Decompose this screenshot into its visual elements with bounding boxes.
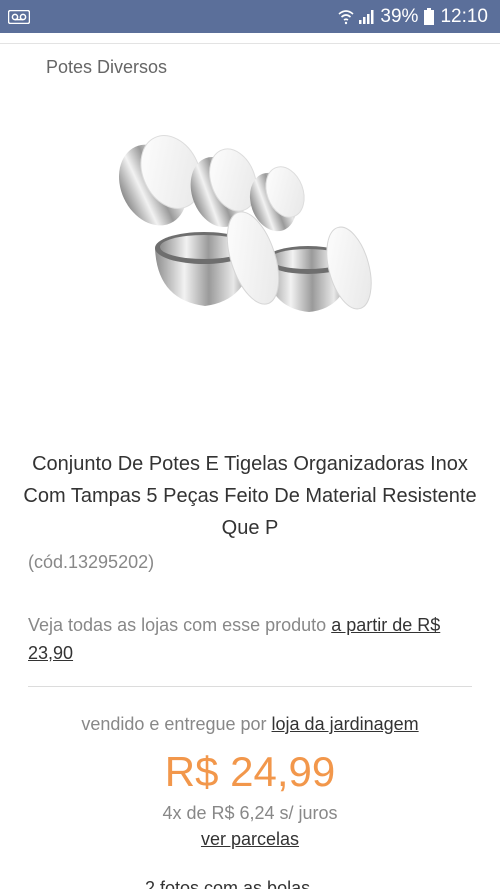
- battery-icon: [424, 8, 435, 25]
- partially-visible-text: 2 fotos com as bolas: [145, 878, 311, 889]
- status-right: 39% 12:10: [338, 6, 488, 28]
- seller-info: vendido e entregue por loja da jardinage…: [0, 714, 500, 735]
- all-stores-text: Veja todas as lojas com esse produto: [28, 615, 327, 635]
- header-divider: [0, 43, 500, 44]
- section-divider: [28, 686, 472, 687]
- bowls-set-image[interactable]: [113, 130, 387, 320]
- clock: 12:10: [440, 5, 488, 27]
- all-stores-info: Veja todas as lojas com esse produto a p…: [28, 611, 472, 667]
- see-installments-link[interactable]: ver parcelas: [0, 829, 500, 850]
- wifi-icon: [338, 9, 354, 24]
- product-price: R$ 24,99: [164, 748, 336, 795]
- product-code: (cód.13295202): [28, 552, 155, 572]
- voicemail-icon: [8, 9, 30, 24]
- status-bar: 39% 12:10: [0, 0, 500, 33]
- product-title: Conjunto De Potes E Tigelas Organizadora…: [23, 453, 477, 539]
- status-left: [8, 9, 30, 24]
- seller-text: vendido e entregue por: [81, 714, 267, 734]
- seller-link[interactable]: loja da jardinagem: [272, 714, 419, 734]
- category-label[interactable]: Potes Diversos: [46, 57, 167, 78]
- battery-percent: 39%: [380, 5, 419, 27]
- installments-text: 4x de R$ 6,24 s/ juros: [162, 803, 338, 823]
- signal-icon: [359, 9, 374, 24]
